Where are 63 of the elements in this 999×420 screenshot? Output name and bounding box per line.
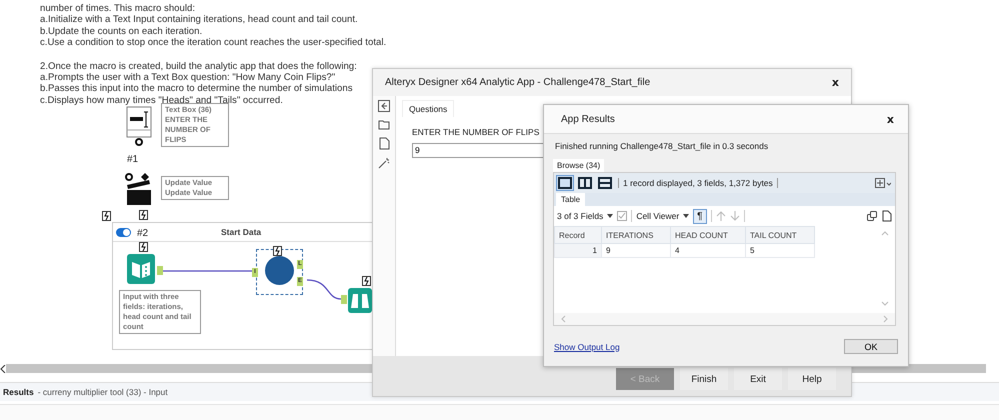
lightning-icon: [139, 210, 148, 220]
instruction-line: b.Update the counts on each iteration.: [40, 26, 202, 38]
table-tab[interactable]: Table: [556, 193, 586, 206]
folder-icon[interactable]: [378, 119, 390, 130]
back-icon[interactable]: [378, 100, 390, 112]
layout-button[interactable]: [596, 175, 614, 191]
cell-viewer-dropdown[interactable]: Cell Viewer: [636, 211, 680, 221]
column-header: HEAD COUNT: [670, 226, 746, 244]
instruction-line: c.Use a condition to stop once the iteration count reaches the user-specified total.: [40, 37, 386, 49]
layout-button[interactable]: [576, 175, 594, 191]
results-subtitle: - curreny multiplier tool (33) - Input: [38, 387, 168, 397]
copy-icon[interactable]: [867, 210, 878, 222]
instruction-line: a.Initialize with a Text Input containing iterations, head count and tail count.: [40, 14, 358, 26]
table-cell: 1: [554, 244, 602, 258]
circle-icon: [265, 256, 294, 285]
table-cell: 5: [746, 244, 814, 258]
document-icon[interactable]: [378, 137, 390, 150]
lightning-icon: [362, 276, 371, 286]
caret-icon: [607, 214, 614, 218]
magic-wand-icon[interactable]: [378, 157, 390, 169]
results-title: Results: [3, 387, 34, 397]
wizard-button[interactable]: Help: [788, 368, 836, 390]
toggle-switch[interactable]: [116, 228, 131, 236]
fields-dropdown[interactable]: 3 of 3 Fields: [557, 211, 604, 221]
add-panel-icon[interactable]: [875, 178, 891, 188]
lightning-icon: [102, 211, 111, 221]
browse-tab[interactable]: Browse (34): [553, 159, 604, 172]
column-header: TAIL COUNT: [746, 226, 814, 244]
wizard-button[interactable]: Exit: [734, 368, 782, 390]
checkbox-icon[interactable]: [617, 211, 628, 221]
instruction-line: b.Passes this input into the macro to determine the number of simulations: [40, 83, 352, 95]
instruction-line: 2.Once the macro is created, build the analytic app that does the following:: [40, 60, 357, 72]
connector-line: [307, 279, 341, 300]
caret-icon: [683, 214, 690, 218]
question-label: ENTER THE NUMBER OF FLIPS: [412, 127, 540, 137]
wizard-button[interactable]: Finish: [680, 368, 728, 390]
close-button[interactable]: x: [886, 112, 894, 126]
tool-number: #1: [127, 154, 138, 165]
instruction-line: number of times. This macro should:: [40, 3, 195, 14]
pilcrow-button[interactable]: ¶: [693, 208, 707, 224]
table-cell: 9: [602, 244, 670, 258]
text-box-tool-icon: [126, 106, 152, 148]
input-anchor[interactable]: [341, 295, 347, 304]
tool-number: #2: [137, 228, 148, 239]
column-header: Record: [554, 226, 602, 244]
close-button[interactable]: x: [832, 76, 839, 89]
scroll-left-icon[interactable]: [0, 365, 6, 373]
layout-button[interactable]: [556, 175, 574, 191]
output-log-link[interactable]: Show Output Log: [554, 342, 620, 352]
table-cell: 4: [670, 244, 746, 258]
container-title: Start Data: [221, 227, 262, 237]
lightning-icon: [273, 246, 282, 256]
questions-tab[interactable]: Questions: [402, 100, 454, 117]
column-header: ITERATIONS: [602, 226, 670, 244]
dialog-title: App Results: [561, 114, 615, 124]
window-title: Alteryx Designer x64 Analytic App - Challenge478_Start_file: [385, 77, 650, 88]
document-icon[interactable]: [882, 210, 892, 222]
lightning-icon: [139, 242, 148, 252]
instruction-line: a.Prompts the user with a Text Box question: "How Many Coin Flips?": [40, 72, 336, 84]
book-icon: [127, 254, 155, 284]
clapperboard-icon: [125, 172, 153, 206]
summary-text: 1 record displayed, 3 fields, 1,372 bytes: [618, 178, 778, 188]
ok-button[interactable]: OK: [844, 339, 898, 354]
